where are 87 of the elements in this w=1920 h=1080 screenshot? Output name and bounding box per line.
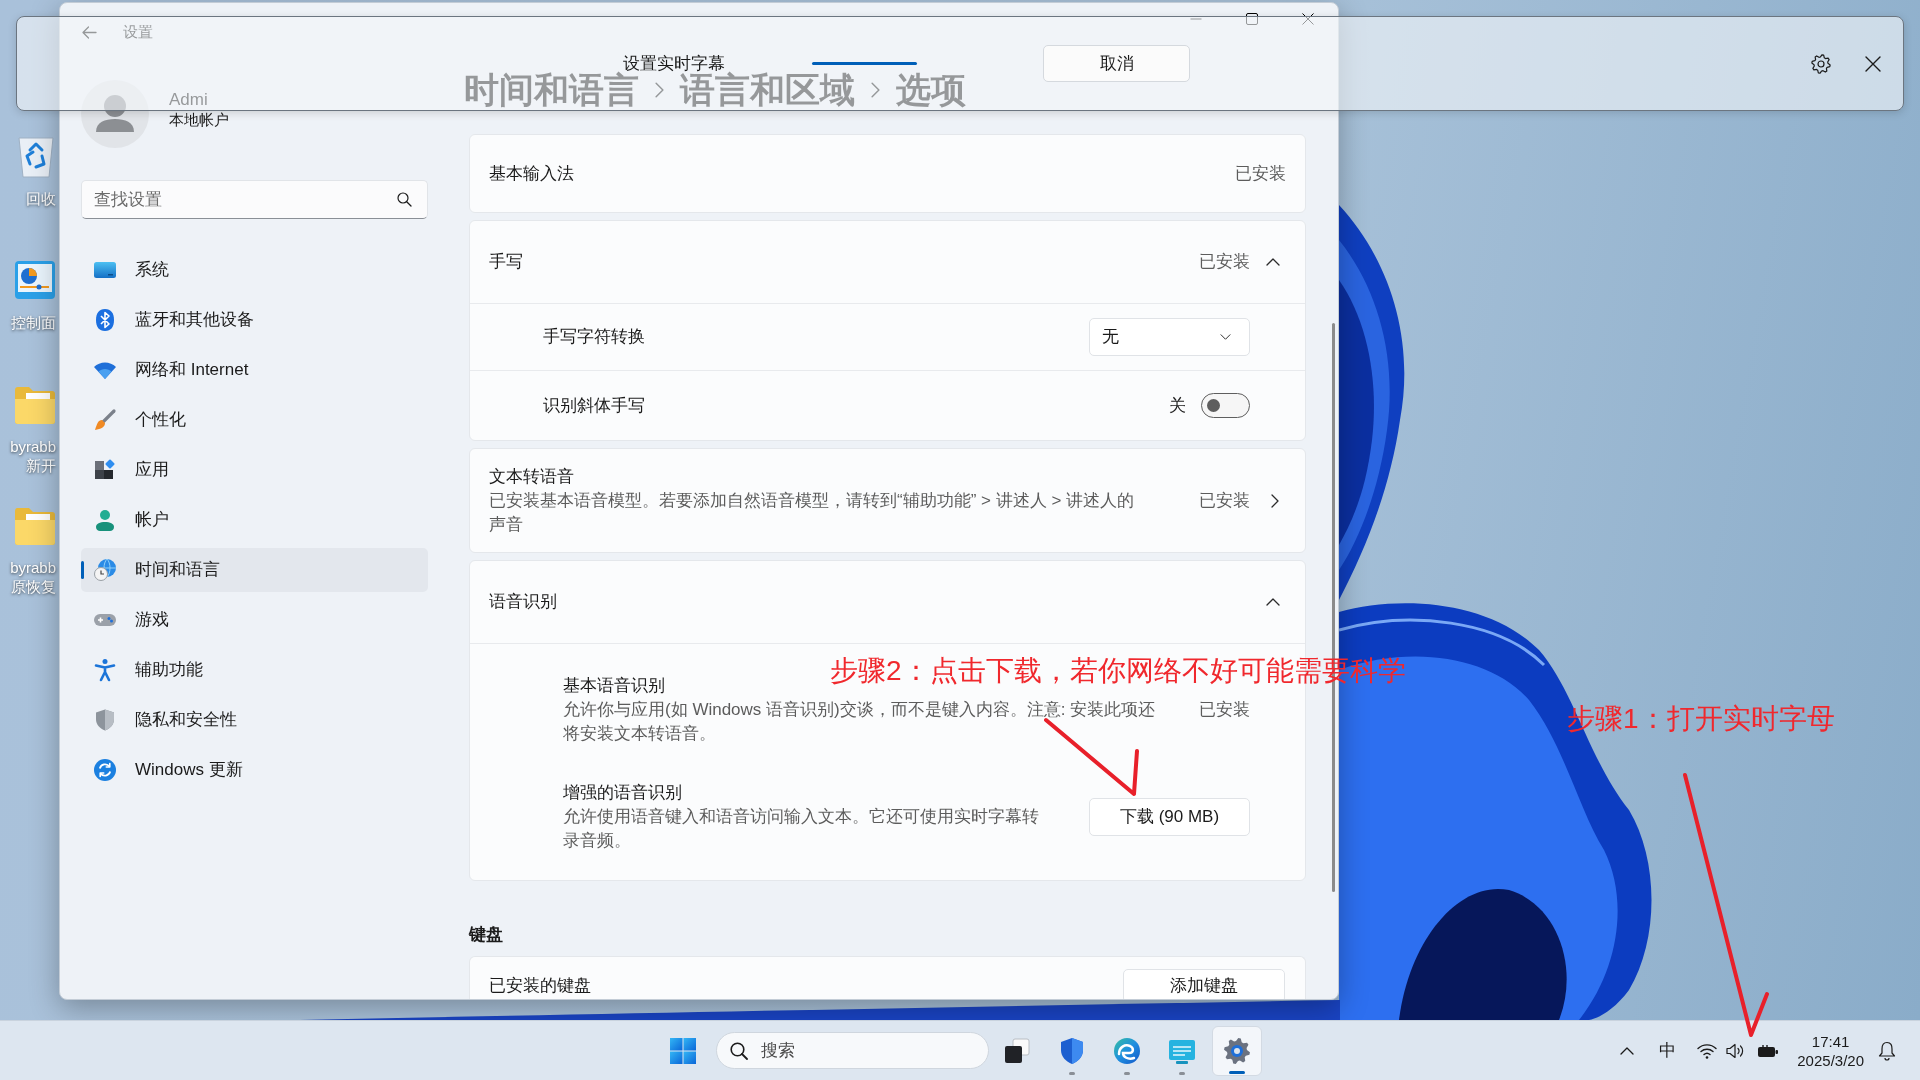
apps-icon xyxy=(93,458,117,482)
nav-item[interactable]: 隐私和安全性 xyxy=(81,698,428,742)
settings-card[interactable]: 文本转语音 已安装基本语音模型。若要添加自然语音模型，请转到“辅助功能” > 讲述人 > 讲述人的 声音 已安装 xyxy=(469,448,1306,553)
clock-time[interactable]: 17:41 xyxy=(1811,1031,1850,1051)
desktop-icon-label: byrabb xyxy=(10,558,56,577)
toggle-switch[interactable] xyxy=(1201,393,1250,418)
chevron-up-icon[interactable] xyxy=(1266,258,1280,266)
windows-logo-icon xyxy=(669,1036,697,1065)
chevron-up-icon[interactable] xyxy=(1620,1046,1635,1055)
captions-status-text: 设置实时字幕 xyxy=(623,52,725,73)
close-icon[interactable] xyxy=(1302,13,1314,25)
recycle-bin-icon xyxy=(16,134,56,178)
clock-date[interactable]: 2025/3/20 xyxy=(1797,1050,1864,1070)
dropdown[interactable]: 无 xyxy=(1089,318,1250,356)
input-method-indicator[interactable]: 中 xyxy=(1659,1037,1677,1064)
setting-description: 允许你与应用(如 Windows 语音识别)交谈，而不是键入内容。注意: 安装此项还 将安装文本转语音。 xyxy=(563,699,1156,745)
cancel-button[interactable]: 取消 xyxy=(1043,45,1190,82)
nav-item[interactable]: Windows 更新 xyxy=(81,748,428,792)
avatar-icon xyxy=(81,80,149,148)
shield-icon xyxy=(93,708,117,732)
nav-item[interactable]: 游戏 xyxy=(81,598,428,642)
chevron-up-icon[interactable] xyxy=(1266,598,1280,606)
status-text: 已安装 xyxy=(1199,251,1250,274)
toggle-state-text: 关 xyxy=(1169,394,1186,417)
chevron-down-icon xyxy=(1220,334,1231,340)
nav-item[interactable]: 网络和 Internet xyxy=(81,348,428,392)
setting-title: 已安装的键盘 xyxy=(489,975,591,997)
section-heading: 键盘 xyxy=(469,924,503,946)
desktop-icon-label: 新开 xyxy=(26,456,56,475)
status-text: 已安装 xyxy=(1199,699,1250,722)
desktop-icon-label: 原恢复 xyxy=(11,577,56,596)
setting-title: 语音识别 xyxy=(489,591,557,614)
task-view-icon xyxy=(1003,1036,1031,1065)
search-field[interactable]: 查找设置 xyxy=(81,180,428,219)
desktop-icon-label: 控制面 xyxy=(11,313,56,332)
setting-label: 手写字符转换 xyxy=(543,326,645,349)
desktop-icon-label: 回收 xyxy=(26,189,56,208)
battery-icon[interactable] xyxy=(1757,1043,1780,1058)
chevron-right-icon xyxy=(1271,494,1279,508)
settings-icon xyxy=(1223,1036,1251,1065)
refresh-icon xyxy=(93,758,117,782)
nav-item[interactable]: 蓝牙和其他设备 xyxy=(81,298,428,342)
nav-item[interactable]: 帐户 xyxy=(81,498,428,542)
download-button[interactable]: 下载 (90 MB) xyxy=(1089,798,1250,836)
person-icon xyxy=(93,508,117,532)
setting-title: 文本转语音 xyxy=(489,466,574,488)
breadcrumb-item: 选项 xyxy=(896,71,966,109)
loading-indicator-icon xyxy=(812,62,917,65)
setting-title: 基本输入法 xyxy=(489,162,574,185)
status-text: 已安装 xyxy=(1235,162,1286,185)
desktop-icon-label: byrabb xyxy=(10,437,56,456)
status-text: 已安装 xyxy=(1199,490,1250,513)
selection-bar-icon xyxy=(81,561,84,579)
chevron-right-icon xyxy=(655,82,664,98)
setting-description: 已安装基本语音模型。若要添加自然语音模型，请转到“辅助功能” > 讲述人 > 讲述人的 声音 xyxy=(489,490,1135,536)
accessibility-icon xyxy=(93,658,117,682)
back-arrow-icon[interactable] xyxy=(82,25,97,39)
nav-item[interactable]: 应用 xyxy=(81,448,428,492)
add-keyboard-button[interactable]: 添加键盘 xyxy=(1123,969,1285,999)
bell-icon[interactable] xyxy=(1878,1040,1896,1061)
control-panel-icon xyxy=(14,258,56,302)
settings-icon[interactable] xyxy=(1811,53,1831,74)
setting-description: 允许使用语音键入和语音访问输入文本。它还可使用实时字幕转 录音频。 xyxy=(563,806,1039,852)
setting-label: 增强的语音识别 xyxy=(563,782,682,804)
setting-title: 手写 xyxy=(489,251,523,274)
globe-clock-icon xyxy=(93,558,117,582)
browser-icon xyxy=(1113,1036,1141,1065)
setting-label: 识别斜体手写 xyxy=(543,394,645,417)
search-icon xyxy=(730,1042,748,1060)
search-icon xyxy=(397,192,412,207)
maximize-icon[interactable] xyxy=(1246,13,1258,25)
nav-item[interactable]: 辅助功能 xyxy=(81,648,428,692)
user-name: Admi xyxy=(169,90,208,110)
volume-icon[interactable] xyxy=(1726,1042,1745,1059)
window-title: 设置 xyxy=(123,21,153,42)
search-field[interactable]: 搜索 xyxy=(716,1032,989,1069)
nav-item[interactable]: 时间和语言 xyxy=(81,548,428,592)
setting-label: 基本语音识别 xyxy=(563,675,665,697)
paintbrush-icon xyxy=(93,408,117,432)
account-type: 本地帐户 xyxy=(169,110,229,130)
wifi-icon[interactable] xyxy=(1697,1042,1718,1059)
shield-icon xyxy=(1058,1036,1086,1065)
chevron-right-icon xyxy=(871,82,880,98)
nav-item[interactable]: 个性化 xyxy=(81,398,428,442)
close-icon[interactable] xyxy=(1865,55,1881,72)
nav-item[interactable]: 系统 xyxy=(81,248,428,292)
bluetooth-icon xyxy=(93,308,117,332)
